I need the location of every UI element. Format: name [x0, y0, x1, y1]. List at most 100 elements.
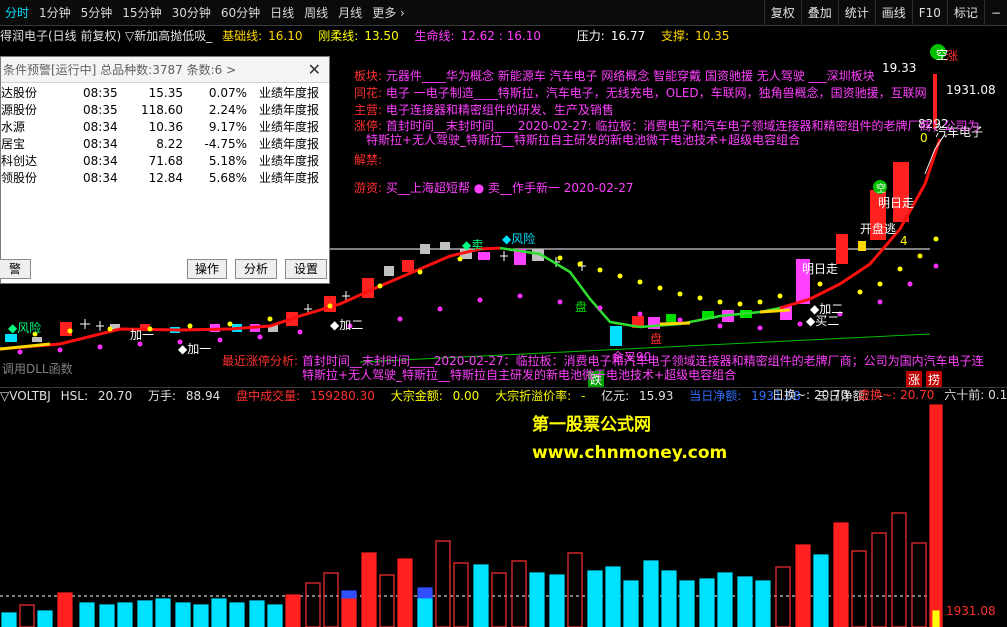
alert-button[interactable]: 警 — [0, 259, 31, 279]
lao-badge: 捞 — [926, 371, 943, 388]
alert-reason: 业绩年度报 — [259, 103, 320, 117]
candle — [478, 252, 490, 260]
alert-window-titlebar[interactable]: 条件预警[运行中] 总品种数:3787 条数:6 > ✕ — [1, 57, 329, 83]
alert-buttons: 警 操作 分析 设置 — [0, 259, 329, 281]
alert-row[interactable]: 领股份 08:34 12.84 5.68% 业绩年度报 — [1, 170, 329, 187]
support-value: 10.35 — [695, 29, 730, 43]
alert-time: 08:34 — [83, 154, 118, 168]
sell-signal-label: ◆卖 — [462, 238, 484, 252]
recent-label: 最近涨停分析: — [222, 354, 299, 368]
hsl-label: HSL: — [60, 389, 89, 403]
soft-line-value: 13.50 — [364, 29, 399, 43]
soft-line-label: 刚柔线: — [318, 29, 359, 43]
candle — [420, 244, 430, 254]
intraday-volume-value: 159280.30 — [309, 389, 375, 403]
four-label: 4 — [900, 234, 908, 248]
period-toolbar: 分时 1分钟 5分钟 15分钟 30分钟 60分钟 日线 周线 月线 更多 › … — [0, 0, 1007, 26]
candle — [440, 242, 450, 250]
volume-indicator-title[interactable]: ▽VOLTBJ — [0, 389, 51, 403]
alert-row[interactable]: 水源 08:34 10.36 9.17% 业绩年度报 — [1, 119, 329, 136]
pan-label-1: 盘 — [575, 300, 588, 314]
tab-5min[interactable]: 5分钟 — [76, 0, 118, 26]
yiyuan-value: 15.93 — [639, 389, 674, 403]
candle — [666, 314, 676, 322]
more-label: 更多 — [372, 5, 397, 20]
stock-name: 源股份 — [1, 103, 38, 117]
alert-change: 0.07% — [208, 86, 247, 100]
minimize-button[interactable]: − — [983, 0, 1007, 26]
candle — [384, 266, 394, 276]
stats-button[interactable]: 统计 — [837, 0, 875, 26]
sixty-before-value: 0.16 — [988, 388, 1007, 402]
tab-monthly[interactable]: 月线 — [333, 0, 367, 26]
alert-price: 10.36 — [148, 120, 183, 134]
alert-row[interactable]: 源股份 08:35 118.60 2.24% 业绩年度报 — [1, 102, 329, 119]
life-line-value: 12.62 : 16.10 — [460, 29, 541, 43]
buy-two-label: ◆买二 — [806, 314, 840, 328]
close-icon[interactable]: ✕ — [308, 57, 321, 83]
hsl-value: 20.70 — [97, 389, 133, 403]
stock-name: 居宝 — [1, 137, 26, 151]
alert-time: 08:34 — [83, 137, 118, 151]
sector-value: 元器件____华为概念 新能源车 汽车电子 网络概念 智能穿戴 国资驰援 无人驾… — [385, 69, 875, 83]
daily-net-label: 当日净额: — [689, 389, 742, 403]
tonghua-value: 电子 一电子制造____特斯拉，汽车电子，无线充电，OLED，车联网，独角兽概念… — [385, 86, 927, 100]
buy-signal-label: 空 — [876, 184, 886, 195]
alert-row[interactable]: 科创达 08:34 71.68 5.18% 业绩年度报 — [1, 153, 329, 170]
alert-reason: 业绩年度报 — [259, 86, 320, 100]
base-line-label: 基础线: — [222, 29, 263, 43]
tab-60min[interactable]: 60分钟 — [216, 0, 265, 26]
overlay-button[interactable]: 叠加 — [800, 0, 838, 26]
tab-daily[interactable]: 日线 — [265, 0, 299, 26]
more-arrow-icon: › — [400, 5, 405, 20]
life-line-label: 生命线: — [414, 29, 455, 43]
alert-time: 08:35 — [83, 103, 118, 117]
stock-name: 达股份 — [1, 86, 38, 100]
alert-change: -4.75% — [204, 137, 247, 151]
alert-time: 08:34 — [83, 171, 118, 185]
recent-row-2: 特斯拉+无人驾驶_特斯拉__特斯拉自主研发的新电池微干电池技术+超级电容组合 — [302, 368, 737, 382]
virtual-turnover-label: 虚换~: — [858, 388, 897, 402]
block-premium-value: - — [581, 389, 586, 403]
add-one-label: 加一 — [130, 328, 155, 342]
volume-max-label: 1931.08 — [946, 604, 996, 618]
watermark-url: www.chnmoney.com — [532, 443, 728, 463]
candle — [610, 326, 622, 346]
f10-button[interactable]: F10 — [911, 0, 947, 26]
yiyuan-label: 亿元: — [601, 389, 630, 403]
tab-weekly[interactable]: 周线 — [299, 0, 333, 26]
tab-30min[interactable]: 30分钟 — [167, 0, 216, 26]
settings-button[interactable]: 设置 — [285, 259, 327, 279]
adjust-button[interactable]: 复权 — [763, 0, 801, 26]
wanshou-value: 88.94 — [185, 389, 221, 403]
analyze-button[interactable]: 分析 — [235, 259, 277, 279]
tonghua-row: 同花: 电子 一电子制造____特斯拉，汽车电子，无线充电，OLED，车联网，独… — [354, 84, 1007, 101]
alert-price: 12.84 — [148, 171, 183, 185]
add-one-label-b: ◆加一 — [178, 342, 212, 356]
sixty-before-label: 六十前: — [944, 388, 985, 402]
alert-reason: 业绩年度报 — [259, 137, 320, 151]
base-line-value: 16.10 — [268, 29, 303, 43]
volume-chart[interactable] — [0, 403, 1007, 627]
alert-row[interactable]: 达股份 08:35 15.35 0.07% 业绩年度报 — [1, 85, 329, 102]
tab-more[interactable]: 更多 › — [367, 0, 410, 26]
block-amount-value: 0.00 — [452, 389, 480, 403]
alert-row[interactable]: 居宝 08:34 8.22 -4.75% 业绩年度报 — [1, 136, 329, 153]
alert-reason: 业绩年度报 — [259, 171, 320, 185]
add-two-label: ◆加二 — [330, 318, 364, 332]
operate-button[interactable]: 操作 — [187, 259, 227, 279]
tab-15min[interactable]: 15分钟 — [117, 0, 166, 26]
volume-info-right: 日换~: 20.70 虚换~: 20.70 六十前: 0.16 集 — [772, 387, 1007, 403]
tab-1min[interactable]: 1分钟 — [34, 0, 76, 26]
indicator-info-line: 得润电子(日线 前复权) ▽新加高抛低吸_ 基础线: 16.10 刚柔线: 13.5… — [0, 27, 1007, 45]
intraday-volume-label: 盘中成交量: — [236, 389, 301, 403]
chart-title[interactable]: 得润电子(日线 前复权) ▽新加高抛低吸_ — [0, 29, 212, 43]
candle — [893, 162, 909, 222]
kaipan-label: 开盘逃 — [860, 222, 897, 236]
candle — [402, 260, 414, 272]
draw-line-button[interactable]: 画线 — [874, 0, 912, 26]
condition-alert-window[interactable]: 条件预警[运行中] 总品种数:3787 条数:6 > ✕ 达股份 08:35 15.… — [0, 56, 330, 284]
tab-fenshi[interactable]: 分时 — [0, 0, 34, 26]
high-price-label: 19.33 — [882, 61, 917, 75]
mark-button[interactable]: 标记 — [946, 0, 984, 26]
